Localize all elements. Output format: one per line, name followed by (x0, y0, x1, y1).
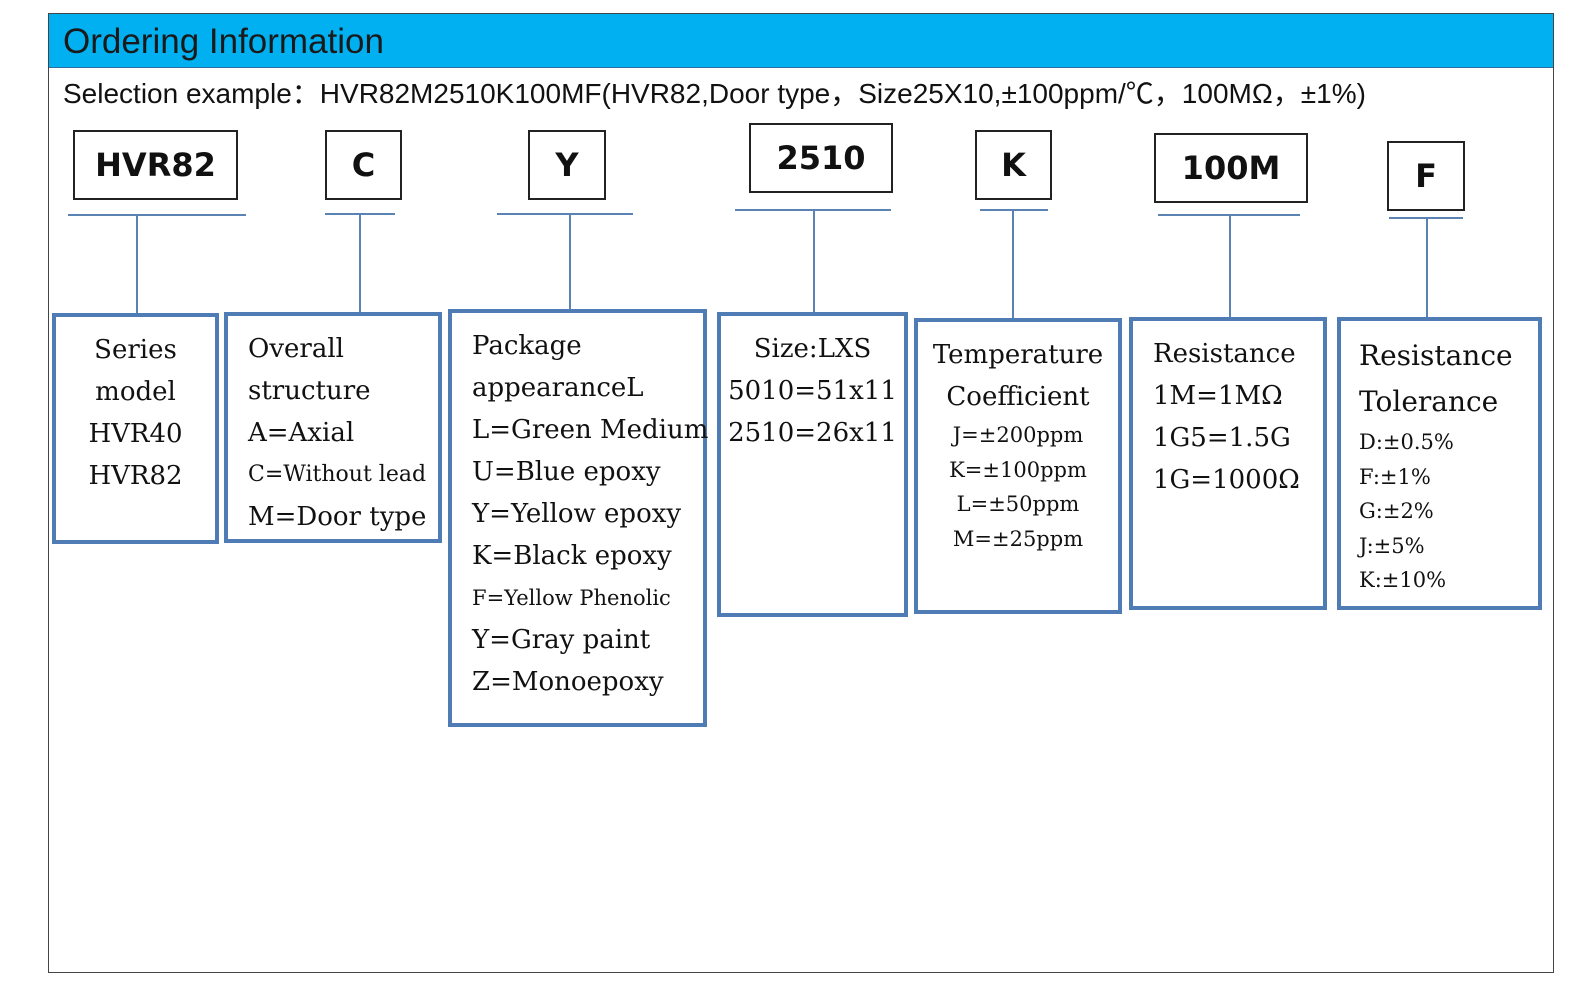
series-heading: model (95, 377, 176, 407)
resistance-box: Resistance 1M=1MΩ 1G5=1.5G 1G=1000Ω (1129, 317, 1327, 610)
package-option: F=Yellow Phenolic (472, 586, 671, 610)
tolerance-option: F:±1% (1359, 464, 1431, 489)
connector-line (569, 214, 571, 309)
size-option: 5010=51x11 (728, 376, 897, 406)
code-size: 2510 (749, 123, 893, 193)
size-option: 2510=26x11 (728, 418, 897, 448)
temperature-heading: Temperature (932, 340, 1104, 370)
series-model-box: Series model HVR40 HVR82 (52, 313, 219, 544)
temperature-option: J=±200ppm (952, 423, 1084, 447)
code-temperature: K (975, 130, 1052, 200)
temperature-heading: Coefficient (946, 382, 1090, 412)
resistance-heading: Resistance (1153, 339, 1296, 369)
series-option: HVR40 (88, 419, 183, 449)
series-heading: Series (94, 335, 177, 365)
temperature-option: M=±25ppm (952, 526, 1084, 551)
selection-example: Selection example：HVR82M2510K100MF(HVR82… (63, 78, 1366, 109)
temperature-coefficient-box: Temperature Coefficient J=±200ppm K=±100… (914, 318, 1122, 614)
code-tolerance: F (1387, 141, 1465, 211)
size-heading: Size:LXS (753, 334, 872, 364)
resistance-option: 1M=1MΩ (1153, 381, 1283, 411)
connector-line (1426, 218, 1428, 318)
header-bar: Ordering Information (49, 14, 1553, 68)
temperature-option: L=±50ppm (956, 492, 1080, 516)
overall-structure-box: Overall structure A=Axial C=Without lead… (224, 312, 442, 543)
package-heading: appearanceL (472, 373, 644, 403)
connector-line (1012, 210, 1014, 318)
page-title: Ordering Information (63, 22, 384, 61)
structure-heading: Overall (248, 334, 344, 364)
package-option: L=Green Medium (472, 415, 709, 445)
series-option: HVR82 (88, 461, 183, 491)
code-resistance: 100M (1154, 133, 1308, 203)
resistance-tolerance-box: Resistance Tolerance D:±0.5% F:±1% G:±2%… (1337, 317, 1542, 610)
package-appearance-box: Package appearanceL L=Green Medium U=Blu… (448, 309, 709, 727)
package-heading: Package (472, 331, 582, 361)
structure-option: M=Door type (248, 502, 427, 532)
size-box: Size:LXS 5010=51x11 2510=26x11 (717, 312, 908, 617)
tolerance-heading: Tolerance (1359, 385, 1499, 418)
package-option: K=Black epoxy (472, 541, 672, 571)
tolerance-option: D:±0.5% (1359, 430, 1454, 454)
code-underline (980, 209, 1048, 211)
temperature-option: K=±100ppm (949, 457, 1087, 482)
package-option: Z=Monoepoxy (472, 667, 664, 697)
tolerance-option: K:±10% (1359, 568, 1447, 592)
package-option: Y=Yellow epoxy (472, 499, 682, 529)
code-package: Y (528, 130, 606, 200)
tolerance-heading: Resistance (1359, 339, 1513, 372)
code-underline (497, 213, 633, 215)
structure-option: A=Axial (248, 418, 355, 448)
code-underline (68, 214, 246, 216)
resistance-option: 1G=1000Ω (1153, 465, 1300, 495)
structure-option: C=Without lead (248, 462, 427, 487)
structure-heading: structure (248, 376, 371, 406)
code-structure: C (325, 130, 402, 200)
connector-line (359, 214, 361, 312)
package-option: Y=Gray paint (472, 625, 651, 655)
connector-line (813, 210, 815, 312)
code-series: HVR82 (73, 130, 238, 200)
tolerance-option: G:±2% (1359, 499, 1434, 523)
tolerance-option: J:±5% (1359, 533, 1425, 558)
package-option: U=Blue epoxy (472, 457, 661, 487)
connector-line (136, 215, 138, 313)
connector-line (1229, 215, 1231, 317)
resistance-option: 1G5=1.5G (1153, 423, 1291, 453)
